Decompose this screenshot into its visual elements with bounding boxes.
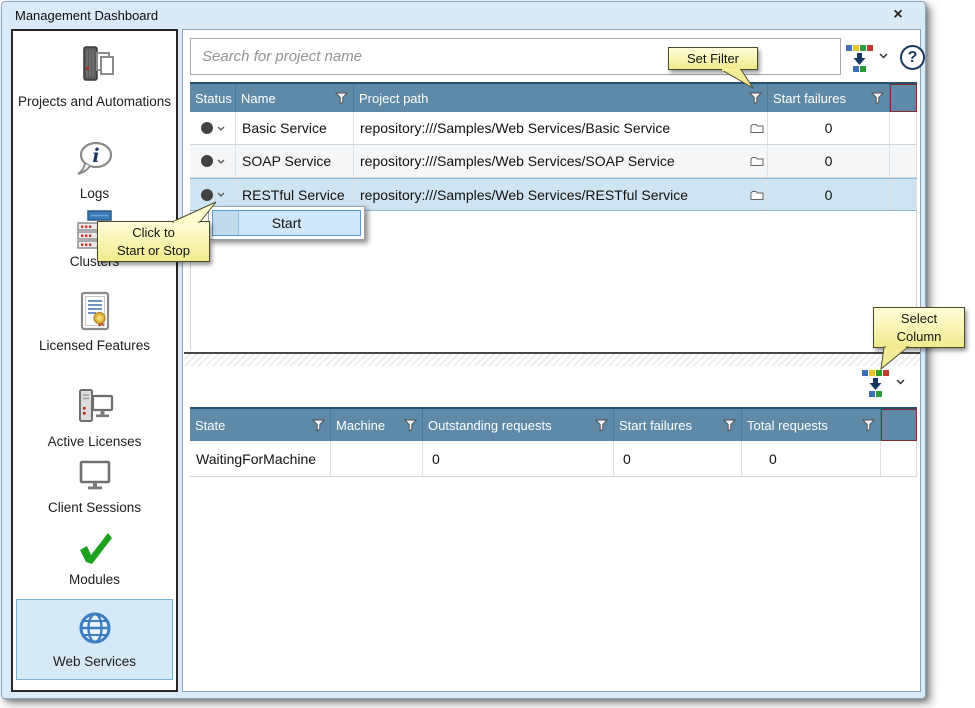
main-panel: ? Status Name Project path (182, 29, 921, 692)
select-column-callout: Select Column (873, 307, 965, 348)
chevron-down-icon (217, 159, 225, 164)
spacer-cell (890, 145, 917, 177)
state-cell: WaitingForMachine (190, 441, 331, 476)
sidebar-item-modules[interactable]: Modules (13, 531, 176, 589)
status-stopped-icon (201, 155, 213, 167)
filter-icon[interactable] (595, 419, 608, 432)
info-bubble-icon: i (72, 139, 118, 181)
filter-icon[interactable] (335, 92, 348, 105)
certificate-icon (74, 291, 116, 333)
grid-splitter[interactable] (184, 352, 920, 366)
column-header-spacer (890, 84, 917, 112)
spacer-cell (890, 112, 917, 144)
sidebar-item-logs[interactable]: i Logs (13, 139, 176, 203)
filter-icon[interactable] (723, 419, 736, 432)
status-stopped-icon (201, 189, 213, 201)
total-requests-cell: 0 (742, 441, 881, 476)
table-row-basic-service[interactable]: Basic Service repository:///Samples/Web … (190, 112, 917, 145)
filter-icon[interactable] (404, 419, 417, 432)
chevron-down-icon (217, 126, 225, 131)
svg-text:i: i (92, 145, 99, 167)
filter-icon[interactable] (862, 419, 875, 432)
sidebar-item-label: Modules (13, 570, 176, 589)
set-filter-callout: Set Filter (668, 47, 758, 70)
sidebar-item-label: Projects and Automations (13, 92, 176, 111)
status-cell (190, 112, 236, 144)
checkmark-icon (74, 531, 116, 567)
table-row-state[interactable]: WaitingForMachine 0 0 0 (190, 441, 917, 477)
chevron-down-icon (217, 192, 225, 197)
open-folder-icon[interactable] (750, 189, 764, 200)
column-header-start-failures[interactable]: Start failures (614, 409, 742, 441)
context-menu: Start (208, 206, 365, 240)
open-folder-icon[interactable] (750, 156, 764, 167)
status-dropdown[interactable] (201, 122, 225, 134)
sidebar-item-label: Active Licenses (13, 432, 176, 451)
sidebar-item-client-sessions[interactable]: Client Sessions (13, 459, 176, 517)
path-cell: repository:///Samples/Web Services/SOAP … (354, 145, 768, 177)
select-column-icon[interactable] (861, 369, 891, 397)
status-dropdown[interactable] (201, 189, 225, 201)
sidebar-item-licensed-features[interactable]: Licensed Features (13, 291, 176, 355)
sidebar-item-label: Licensed Features (13, 336, 176, 355)
spacer-cell (881, 441, 917, 476)
menu-item-start[interactable]: Start (212, 210, 361, 236)
column-header-state[interactable]: State (190, 409, 331, 441)
services-table-header: Status Name Project path Start failures (190, 82, 917, 112)
sidebar-nav: Projects and Automations i Logs (11, 29, 178, 692)
path-cell: repository:///Samples/Web Services/RESTf… (354, 179, 768, 210)
click-to-start-callout: Click to Start or Stop (97, 221, 210, 262)
open-folder-icon[interactable] (750, 123, 764, 134)
sidebar-item-web-services[interactable]: Web Services (16, 599, 173, 680)
select-column-icon[interactable] (845, 44, 875, 72)
set-filter-callout-tail (716, 69, 756, 90)
sidebar-item-label: Logs (13, 184, 176, 203)
monitor-icon (73, 459, 117, 495)
sidebar-item-label: Client Sessions (13, 498, 176, 517)
filter-icon[interactable] (312, 419, 325, 432)
title-bar: Management Dashboard × (2, 2, 925, 29)
menu-item-label: Start (272, 215, 302, 231)
filter-icon[interactable] (749, 92, 762, 105)
select-column-callout-tail (876, 346, 912, 371)
chevron-down-icon[interactable] (879, 53, 888, 59)
window-title: Management Dashboard (15, 8, 158, 23)
globe-icon (74, 607, 116, 649)
column-header-outstanding-requests[interactable]: Outstanding requests (423, 409, 614, 441)
status-dropdown[interactable] (201, 155, 225, 167)
filter-icon[interactable] (871, 92, 884, 105)
sidebar-item-active-licenses[interactable]: Active Licenses (13, 387, 176, 451)
sidebar-item-label: Web Services (17, 652, 172, 671)
column-header-total-requests[interactable]: Total requests (742, 409, 881, 441)
column-header-name[interactable]: Name (236, 84, 354, 112)
machine-cell (331, 441, 423, 476)
table-row-soap-service[interactable]: SOAP Service repository:///Samples/Web S… (190, 145, 917, 178)
status-stopped-icon (201, 122, 213, 134)
projects-tower-documents-icon (72, 45, 118, 89)
column-header-project-path[interactable]: Project path (354, 84, 768, 112)
name-cell: Basic Service (236, 112, 354, 144)
column-header-start-failures[interactable]: Start failures (768, 84, 890, 112)
start-failures-cell: 0 (768, 145, 890, 177)
state-table-header: State Machine Outstanding requests Start… (190, 407, 917, 441)
close-button[interactable]: × (889, 6, 907, 24)
name-cell: SOAP Service (236, 145, 354, 177)
workstation-icon (72, 387, 118, 429)
spacer-cell (890, 179, 917, 210)
management-dashboard-window: Management Dashboard × Projects and Auto… (1, 1, 926, 699)
start-failures-cell: 0 (768, 179, 890, 210)
outstanding-requests-cell: 0 (423, 441, 614, 476)
start-failures-cell: 0 (768, 112, 890, 144)
column-header-status[interactable]: Status (190, 84, 236, 112)
start-failures-cell: 0 (614, 441, 742, 476)
column-header-spacer (881, 409, 917, 441)
path-cell: repository:///Samples/Web Services/Basic… (354, 112, 768, 144)
help-icon[interactable]: ? (900, 45, 925, 70)
chevron-down-icon[interactable] (896, 379, 905, 385)
state-table: State Machine Outstanding requests Start… (190, 407, 917, 477)
column-header-machine[interactable]: Machine (331, 409, 423, 441)
click-to-start-callout-tail (168, 200, 220, 223)
sidebar-item-projects-and-automations[interactable]: Projects and Automations (13, 45, 176, 111)
status-cell (190, 145, 236, 177)
